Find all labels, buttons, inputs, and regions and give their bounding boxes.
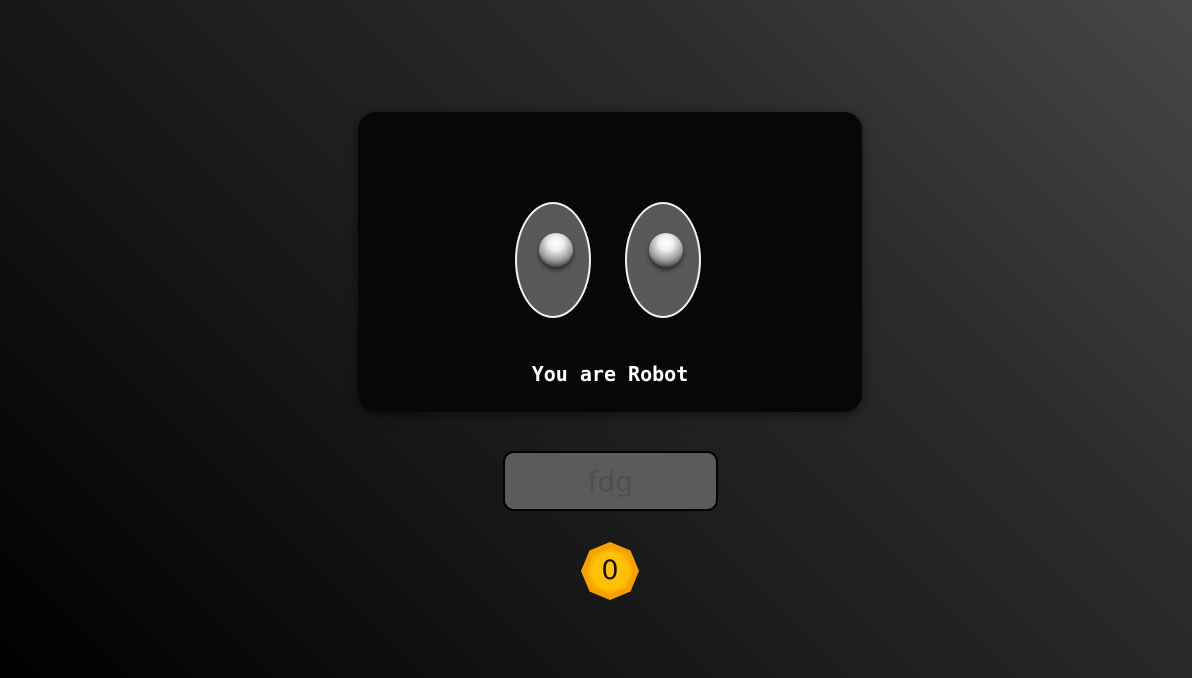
answer-input[interactable] — [503, 451, 718, 511]
coin-count: 0 — [601, 555, 619, 586]
right-eye — [625, 202, 701, 318]
coin-counter: 0 — [580, 541, 640, 601]
left-pupil — [539, 233, 573, 267]
right-pupil — [649, 233, 683, 267]
robot-status-text: You are Robot — [531, 362, 689, 386]
left-eye — [515, 202, 591, 318]
robot-face-panel: You are Robot — [358, 112, 862, 412]
